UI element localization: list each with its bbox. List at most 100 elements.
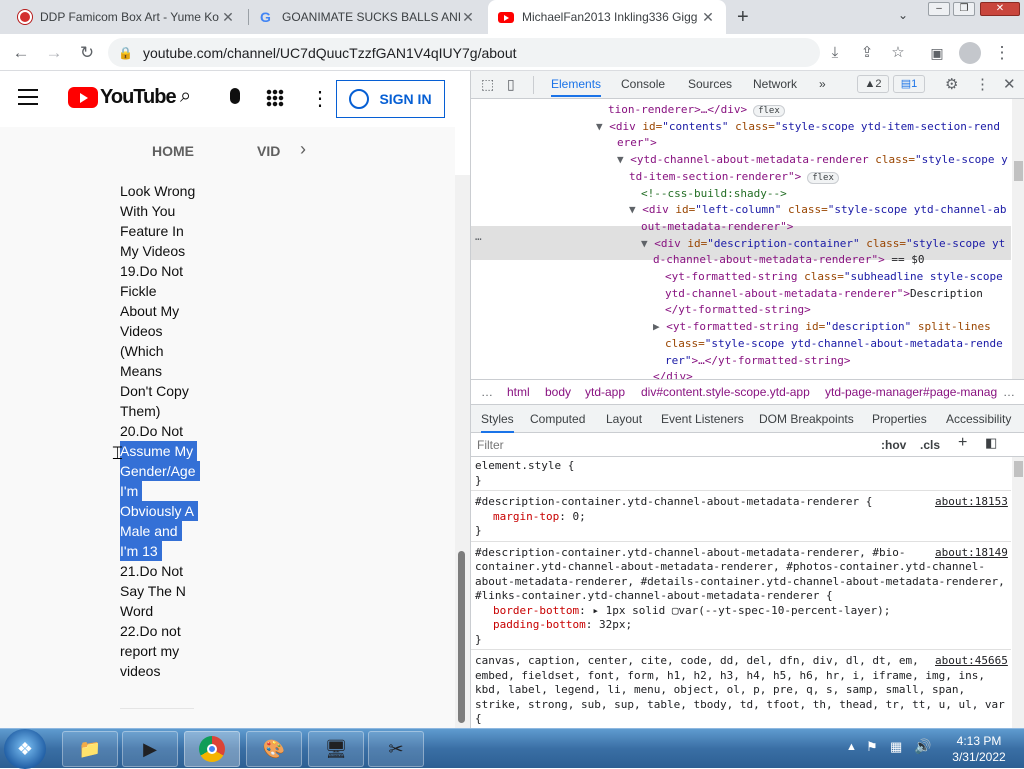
browser-tab-3-active[interactable]: MichaelFan2013 Inkling336 Gigg ✕ — [488, 0, 726, 34]
youtube-logo-text[interactable]: YouTube — [100, 86, 177, 109]
address-bar[interactable]: 🔒 youtube.com/channel/UC7dQuucTzzfGAN1V4… — [108, 38, 820, 67]
styles-scrollbar[interactable] — [1012, 457, 1024, 728]
flex-badge[interactable]: flex — [753, 105, 785, 117]
dom-node-line[interactable]: d-channel-about-metadata-renderer"> == $… — [653, 252, 925, 269]
dom-scrollbar[interactable] — [1012, 99, 1024, 379]
close-window-icon[interactable]: ✕ — [980, 2, 1020, 16]
css-selector[interactable]: #description-container.ytd-channel-about… — [475, 495, 872, 510]
more-tabs-icon[interactable]: » — [819, 77, 826, 91]
devtools-settings-gear-icon[interactable]: ⚙ — [945, 75, 958, 93]
restore-window-icon[interactable]: ❐ — [953, 2, 975, 16]
dom-node-line[interactable]: out-metadata-renderer"> — [641, 219, 793, 236]
styles-filter-input[interactable] — [475, 436, 871, 454]
close-tab-icon[interactable]: ✕ — [700, 9, 716, 26]
tab-sources[interactable]: Sources — [688, 77, 732, 91]
tab-layout[interactable]: Layout — [606, 412, 642, 426]
expand-arrow-down-icon[interactable]: ▼ — [629, 203, 642, 216]
youtube-logo-icon[interactable] — [68, 87, 98, 108]
tab-accessibility[interactable]: Accessibility — [946, 412, 1011, 426]
dom-node-line[interactable]: erer"> — [617, 135, 657, 152]
network-icon[interactable]: ▦ — [890, 739, 902, 755]
reload-icon[interactable]: ↻ — [76, 42, 98, 64]
chrome-icon[interactable] — [184, 731, 240, 767]
tab-elements[interactable]: Elements — [551, 77, 602, 97]
paint-app-icon[interactable]: 🎨 — [246, 731, 302, 767]
tab-computed[interactable]: Computed — [530, 412, 585, 426]
new-style-rule-icon[interactable]: + — [958, 434, 967, 452]
dom-node-line[interactable]: ytd-channel-about-metadata-renderer">Des… — [665, 286, 983, 303]
dom-node-line[interactable]: <!--css-build:shady--> — [641, 186, 787, 203]
source-link[interactable]: about:45665 — [931, 654, 1008, 669]
tab-home[interactable]: HOME — [152, 143, 194, 159]
back-arrow-icon[interactable]: ← — [10, 42, 32, 64]
dom-node-line[interactable]: class="style-scope ytd-channel-about-met… — [665, 336, 1003, 353]
dom-node-line[interactable]: td-item-section-renderer"> flex — [629, 169, 839, 187]
dom-node-line[interactable]: ▼ <div id="description-container" class=… — [641, 236, 1005, 253]
devtools-menu-icon[interactable]: ⋮ — [975, 75, 990, 93]
css-selector[interactable]: embed, fieldset, font, form, h1, h2, h3,… — [475, 669, 985, 684]
tab-videos[interactable]: VID — [257, 143, 280, 159]
toggle-sidebar-icon[interactable]: ◧ — [985, 435, 997, 451]
close-tab-icon[interactable]: ✕ — [220, 9, 236, 26]
styles-scrollbar-thumb[interactable] — [1014, 461, 1023, 477]
expand-arrow-down-icon[interactable]: ▼ — [641, 237, 654, 250]
media-player-icon[interactable]: ▶ — [122, 731, 178, 767]
breadcrumb-item[interactable]: ytd-page-manager#page-manag — [825, 385, 997, 399]
dom-node-line[interactable]: tion-renderer>…</div> flex — [608, 102, 785, 120]
source-link[interactable]: about:18153 — [931, 495, 1008, 510]
css-selector[interactable]: { — [475, 712, 482, 727]
tab-dom-breakpoints[interactable]: DOM Breakpoints — [759, 412, 854, 426]
start-orb-icon[interactable]: ❖ — [4, 729, 46, 769]
tab-search-chevron-icon[interactable]: ⌄ — [898, 8, 908, 22]
side-panel-icon[interactable]: ▣ — [926, 42, 948, 64]
source-link[interactable]: about:18149 — [931, 545, 1008, 560]
hover-state-toggle[interactable]: :hov — [881, 438, 906, 452]
install-app-icon[interactable]: ⤓ — [824, 42, 846, 64]
tab-styles[interactable]: Styles — [481, 412, 514, 433]
tab-console[interactable]: Console — [621, 77, 665, 91]
dom-node-line[interactable]: ▼ <div id="left-column" class="style-sco… — [629, 202, 1007, 219]
browser-tab-2[interactable]: G GOANIMATE SUCKS BALLS AND ✕ — [250, 0, 486, 34]
browser-tab-1[interactable]: DDP Famicom Box Art - Yume Ko ✕ — [8, 0, 246, 34]
dom-node-line[interactable]: </div> — [653, 369, 693, 379]
node-actions-ellipsis-icon[interactable]: … — [475, 229, 482, 246]
dom-node-line[interactable]: ▼ <ytd-channel-about-metadata-renderer c… — [617, 152, 1008, 169]
dom-node-line[interactable]: </yt-formatted-string> — [665, 302, 811, 319]
css-declaration[interactable]: padding-bottom: 32px; — [493, 618, 632, 633]
css-declaration[interactable]: border-bottom: ▸ 1px solid ▢var(--yt-spe… — [493, 604, 890, 619]
dom-node-line[interactable]: <yt-formatted-string class="subheadline … — [665, 269, 1003, 286]
forward-arrow-icon[interactable]: → — [43, 42, 65, 64]
breadcrumb-item[interactable]: … — [1003, 385, 1015, 399]
css-selector[interactable]: #description-container.ytd-channel-about… — [475, 546, 905, 561]
class-toggle[interactable]: .cls — [920, 438, 940, 452]
css-selector[interactable]: strike, strong, sub, sup, table, tbody, … — [475, 698, 1005, 713]
expand-arrow-right-icon[interactable]: ▶ — [653, 320, 666, 333]
show-hidden-icons-icon[interactable]: ▲ — [846, 741, 857, 753]
search-icon[interactable]: ⌕ — [180, 85, 191, 108]
breadcrumb-item[interactable]: html — [507, 385, 530, 399]
dom-node-line[interactable]: rer">…</yt-formatted-string> — [665, 353, 850, 370]
apps-grid-icon[interactable] — [266, 89, 284, 107]
hamburger-menu-icon[interactable] — [18, 89, 38, 105]
snipping-tool-icon[interactable]: ✂ — [368, 731, 424, 767]
warnings-badge[interactable]: ▲2 — [857, 75, 889, 93]
css-selector[interactable]: about-metadata-renderer, #details-contai… — [475, 575, 1005, 590]
breadcrumb-item[interactable]: … — [481, 385, 493, 399]
dom-scrollbar-thumb[interactable] — [1014, 161, 1023, 181]
css-declaration[interactable]: margin-top: 0; — [493, 510, 586, 525]
close-tab-icon[interactable]: ✕ — [460, 9, 476, 26]
sign-in-button[interactable]: SIGN IN — [336, 80, 445, 118]
css-selector[interactable]: container.ytd-channel-about-metadata-ren… — [475, 560, 985, 575]
expand-arrow-down-icon[interactable]: ▼ — [617, 153, 630, 166]
tab-event-listeners[interactable]: Event Listeners — [661, 412, 744, 426]
share-icon[interactable]: ⇪ — [856, 42, 878, 64]
css-selector[interactable]: kbd, label, legend, li, menu, object, ol… — [475, 683, 965, 698]
bookmark-star-icon[interactable]: ☆ — [887, 42, 909, 64]
inspect-element-icon[interactable]: ⬚ — [481, 76, 494, 93]
breadcrumb-item[interactable]: ytd-app — [585, 385, 625, 399]
css-selector[interactable]: canvas, caption, center, cite, code, dd,… — [475, 654, 919, 669]
expand-arrow-down-icon[interactable]: ▼ — [596, 120, 609, 133]
chevron-right-icon[interactable]: › — [300, 139, 306, 160]
breadcrumb-item[interactable]: body — [545, 385, 571, 399]
dom-node-line[interactable]: ▶ <yt-formatted-string id="description" … — [653, 319, 991, 336]
